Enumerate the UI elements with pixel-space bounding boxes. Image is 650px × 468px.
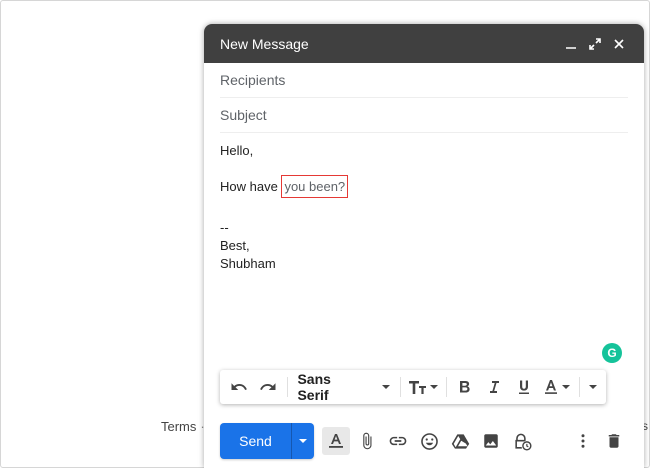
emoji-icon[interactable] — [415, 427, 443, 455]
compose-window: New Message Recipients Subject Hello, Ho… — [204, 24, 644, 468]
chevron-down-icon — [430, 385, 439, 389]
font-family-label: Sans Serif — [297, 371, 331, 403]
recipients-field[interactable]: Recipients — [220, 63, 628, 98]
undo-icon[interactable] — [224, 374, 253, 400]
drive-icon[interactable] — [446, 427, 474, 455]
chevron-down-icon — [381, 385, 390, 389]
send-options-button[interactable] — [292, 423, 314, 459]
compose-bottom-bar: Send — [220, 423, 628, 459]
chevron-down-icon — [562, 385, 571, 389]
formatting-options-icon[interactable] — [322, 427, 350, 455]
chevron-down-icon — [299, 439, 307, 443]
discard-draft-icon[interactable] — [600, 427, 628, 455]
italic-icon[interactable] — [480, 374, 509, 400]
highlighted-text[interactable]: you been? — [281, 175, 349, 198]
bold-icon[interactable] — [451, 374, 480, 400]
attach-icon[interactable] — [353, 427, 381, 455]
text-size-icon[interactable] — [405, 374, 442, 400]
text-color-icon[interactable] — [538, 374, 575, 400]
signature-dash: -- — [220, 220, 229, 235]
confidential-mode-icon[interactable] — [508, 427, 536, 455]
close-icon[interactable] — [608, 33, 630, 55]
message-body[interactable]: Hello, How have you been? -- Best, Shubh… — [220, 142, 628, 273]
chevron-down-icon — [589, 385, 598, 389]
recipients-placeholder: Recipients — [220, 72, 286, 88]
link-icon[interactable] — [384, 427, 412, 455]
body-line-text: How have — [220, 179, 278, 194]
send-button-group: Send — [220, 423, 314, 459]
compose-titlebar[interactable]: New Message — [204, 24, 644, 63]
body-line: How have you been? — [220, 175, 628, 198]
send-button[interactable]: Send — [220, 423, 292, 459]
toolbar-divider — [579, 377, 581, 397]
signature-name: Shubham — [220, 256, 276, 271]
compose-title: New Message — [220, 35, 309, 52]
terms-link[interactable]: Terms · — [161, 419, 205, 434]
toolbar-divider — [286, 377, 288, 397]
subject-placeholder: Subject — [220, 107, 267, 123]
signature-closing: Best, — [220, 238, 250, 253]
font-family-select[interactable]: Sans Serif — [291, 371, 395, 403]
underline-icon[interactable] — [509, 374, 538, 400]
subject-field[interactable]: Subject — [220, 98, 628, 133]
more-options-icon[interactable] — [569, 427, 597, 455]
minimize-icon[interactable] — [560, 33, 582, 55]
redo-icon[interactable] — [253, 374, 282, 400]
body-greeting: Hello, — [220, 143, 254, 158]
expand-icon[interactable] — [584, 33, 606, 55]
insert-photo-icon[interactable] — [477, 427, 505, 455]
toolbar-divider — [445, 377, 447, 397]
toolbar-divider — [399, 377, 401, 397]
formatting-toolbar: Sans Serif — [220, 370, 606, 404]
grammarly-icon[interactable]: G — [602, 343, 622, 363]
more-formatting-icon[interactable] — [584, 374, 602, 400]
